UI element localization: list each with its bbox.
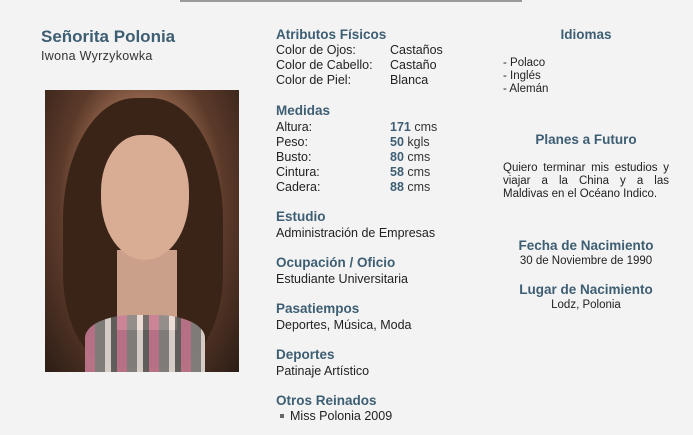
physical-label: Color de Ojos: <box>276 43 356 57</box>
birthplace-heading: Lugar de Nacimiento <box>519 282 653 297</box>
measure-label: Busto: <box>276 150 312 164</box>
physical-label: Color de Piel: <box>276 73 352 87</box>
measure-unit: cms <box>414 120 438 134</box>
measure-number: 171 <box>390 120 411 134</box>
birthdate-value: 30 de Noviembre de 1990 <box>519 255 653 267</box>
study-value: Administración de Empresas <box>276 226 436 240</box>
measure-number: 88 <box>390 180 404 194</box>
measure-label: Altura: <box>276 120 313 134</box>
measures-heading: Medidas <box>276 103 331 118</box>
reigns-heading: Otros Reinados <box>276 393 377 408</box>
hobbies-heading: Pasatiempos <box>276 301 360 316</box>
physical-value: Castaño <box>390 58 437 72</box>
language-item: - Inglés <box>503 70 541 82</box>
measure-value: 58 cms <box>390 165 430 179</box>
measure-unit: cms <box>407 180 431 194</box>
measure-number: 58 <box>390 165 404 179</box>
measure-number: 50 <box>390 135 404 149</box>
measure-unit: cms <box>407 165 431 179</box>
plans-text: Quiero terminar mis estudios y viajar a … <box>503 162 669 200</box>
measure-unit: kgls <box>407 135 430 149</box>
measure-label: Cintura: <box>276 165 320 179</box>
measure-label: Cadera: <box>276 180 321 194</box>
language-item: - Polaco <box>503 57 546 69</box>
photo-face <box>101 135 189 260</box>
measure-value: 50 kgls <box>390 135 430 149</box>
sports-value: Patinaje Artístico <box>276 364 370 378</box>
measure-value: 171 cms <box>390 120 437 134</box>
measure-unit: cms <box>407 150 431 164</box>
physical-value: Blanca <box>390 73 429 87</box>
sports-heading: Deportes <box>276 347 335 362</box>
measure-value: 80 cms <box>390 150 430 164</box>
top-divider <box>180 0 522 2</box>
language-item: - Alemán <box>503 83 549 95</box>
physical-heading: Atributos Físicos <box>276 27 387 42</box>
contestant-name: Iwona Wyrzykowka <box>41 49 153 63</box>
measure-value: 88 cms <box>390 180 430 194</box>
hobbies-value: Deportes, Música, Moda <box>276 318 412 332</box>
measure-label: Peso: <box>276 135 308 149</box>
bullet-icon <box>280 413 284 418</box>
page-title: Señorita Polonia <box>41 27 176 46</box>
plans-heading: Planes a Futuro <box>535 132 637 147</box>
photo-necklace <box>85 315 205 372</box>
languages-heading: Idiomas <box>560 27 612 42</box>
birthdate-heading: Fecha de Nacimiento <box>518 238 654 253</box>
contestant-photo <box>45 90 239 372</box>
physical-value: Castaños <box>390 43 443 57</box>
occupation-heading: Ocupación / Oficio <box>276 255 396 270</box>
physical-label: Color de Cabello: <box>276 58 373 72</box>
reign-item: Miss Polonia 2009 <box>276 409 392 423</box>
measure-number: 80 <box>390 150 404 164</box>
occupation-value: Estudiante Universitaria <box>276 272 409 286</box>
study-heading: Estudio <box>276 209 326 224</box>
birthplace-value: Lodz, Polonia <box>551 299 621 311</box>
reign-item-label: Miss Polonia 2009 <box>290 409 393 423</box>
